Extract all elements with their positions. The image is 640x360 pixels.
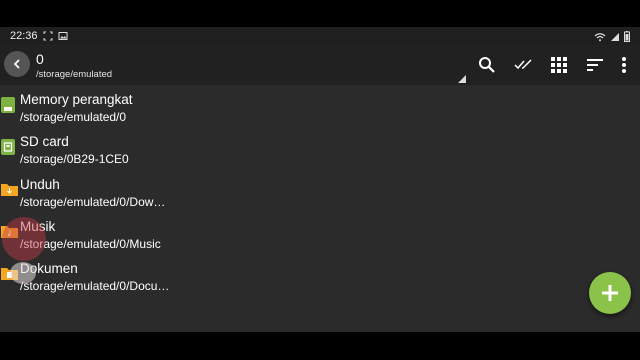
item-name: SD card [20, 134, 69, 149]
item-name: Memory perangkat [20, 92, 133, 107]
watermark-avatar [2, 217, 46, 261]
file-manager-screen: 22:36 0 /storage/emulated Memory perangk… [0, 27, 640, 332]
more-vert-icon[interactable] [614, 55, 634, 75]
item-name: Unduh [20, 177, 60, 192]
status-bar: 22:36 [0, 27, 640, 45]
grid-view-icon[interactable] [549, 55, 569, 75]
item-path: /storage/emulated/0/Dow… [20, 195, 166, 209]
sd-card-icon [1, 139, 17, 155]
item-path: /storage/emulated/0/Docu… [20, 279, 170, 293]
app-toolbar: 0 /storage/emulated [0, 45, 640, 85]
chevron-left-icon [13, 59, 20, 69]
list-item[interactable]: Memory perangkat /storage/emulated/0 [0, 87, 640, 129]
item-path: /storage/0B29-1CE0 [20, 152, 129, 166]
signal-icon [610, 32, 620, 45]
add-button[interactable] [589, 272, 631, 314]
watermark-face [10, 262, 36, 284]
list-item[interactable]: Unduh /storage/emulated/0/Dow… [0, 172, 640, 214]
list-item[interactable]: SD card /storage/0B29-1CE0 [0, 129, 640, 171]
gallery-icon [58, 31, 68, 41]
wifi-icon [594, 32, 606, 45]
search-icon[interactable] [477, 55, 497, 75]
sort-icon[interactable] [585, 55, 605, 75]
item-path: /storage/emulated/0 [20, 110, 127, 124]
current-folder-title: 0 [36, 51, 44, 67]
status-time: 22:36 [10, 30, 38, 42]
select-all-icon[interactable] [513, 55, 533, 75]
path-dropdown-indicator[interactable] [458, 75, 466, 83]
list-item[interactable]: Dokumen /storage/emulated/0/Docu… [0, 256, 640, 298]
screenshot-icon [43, 31, 53, 41]
download-folder-icon [1, 182, 18, 198]
back-button[interactable] [4, 51, 30, 77]
current-path[interactable]: /storage/emulated [36, 69, 112, 80]
phone-storage-icon [1, 97, 17, 113]
add-icon [602, 285, 618, 301]
list-item[interactable]: Musik /storage/emulated/0/Music [0, 214, 640, 256]
battery-icon [624, 31, 630, 45]
